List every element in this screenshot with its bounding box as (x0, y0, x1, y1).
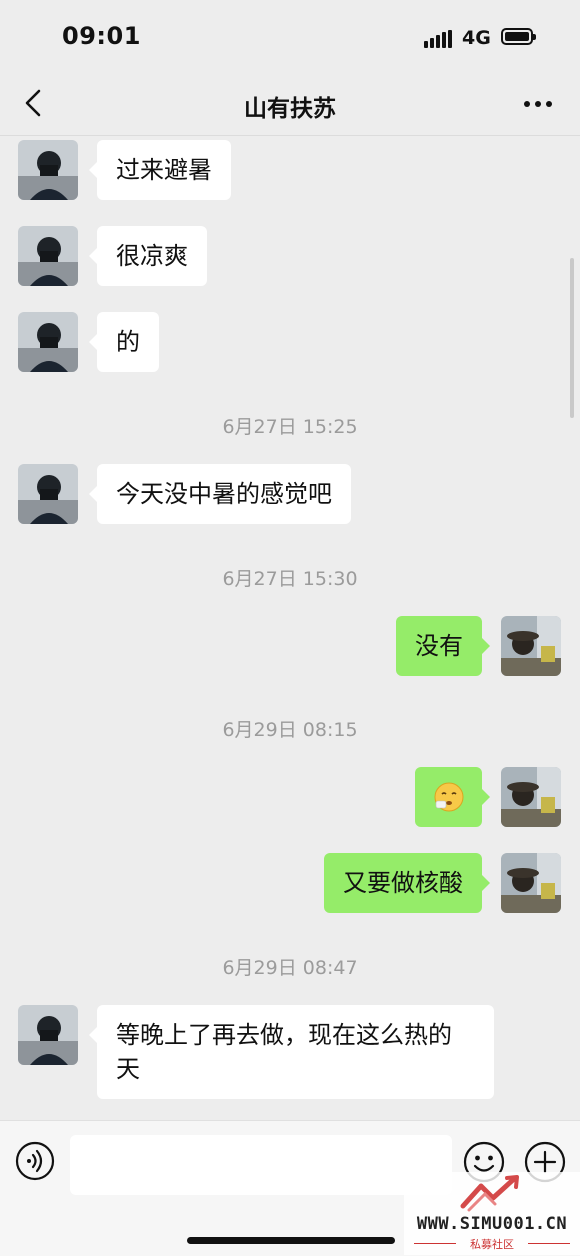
sticker-bubble-outgoing[interactable] (415, 767, 490, 827)
watermark-text: WWW.SIMU001.CN (416, 1214, 568, 1234)
user-avatar[interactable] (501, 616, 561, 676)
message-list[interactable]: 过来避暑 很凉爽 的 6月27日 15:25 今天没中暑的感觉吧 6月27日 1… (0, 136, 580, 1120)
contact-avatar[interactable] (18, 226, 78, 286)
message-bubble-outgoing[interactable]: 又要做核酸 (324, 853, 490, 913)
message-bubble-incoming[interactable]: 等晚上了再去做，现在这么热的天 (89, 1005, 494, 1099)
message-bubble-incoming[interactable]: 过来避暑 (89, 140, 231, 200)
more-button[interactable] (518, 89, 558, 119)
message-bubble-incoming[interactable]: 很凉爽 (89, 226, 207, 286)
message-timestamp: 6月29日 08:47 (222, 957, 358, 979)
message-bubble-outgoing[interactable]: 没有 (396, 616, 490, 676)
status-bar: 09:01 4G (0, 0, 580, 75)
voice-icon (15, 1141, 55, 1181)
network-type: 4G (462, 27, 491, 49)
lying-face-emoji-icon (434, 782, 463, 812)
chat-header: 山有扶苏 (0, 75, 580, 136)
chat-title: 山有扶苏 (244, 96, 336, 122)
message-timestamp: 6月29日 08:15 (222, 719, 358, 741)
user-avatar[interactable] (501, 853, 561, 913)
more-dots-icon (524, 101, 552, 107)
message-bubble-incoming[interactable]: 的 (89, 312, 159, 372)
user-avatar[interactable] (501, 767, 561, 827)
message-timestamp: 6月27日 15:30 (222, 568, 358, 590)
signal-icon (424, 30, 454, 48)
watermark: WWW.SIMU001.CN 私募社区 (404, 1172, 580, 1255)
voice-button[interactable] (15, 1141, 55, 1181)
contact-avatar[interactable] (18, 464, 78, 524)
watermark-logo-icon (460, 1175, 519, 1212)
contact-avatar[interactable] (18, 312, 78, 372)
contact-avatar[interactable] (18, 140, 78, 200)
status-time: 09:01 (62, 22, 141, 50)
home-indicator[interactable] (187, 1237, 395, 1244)
message-bubble-incoming[interactable]: 今天没中暑的感觉吧 (89, 464, 351, 524)
contact-avatar[interactable] (18, 1005, 78, 1065)
scrollbar[interactable] (570, 258, 574, 418)
watermark-subtext: 私募社区 (470, 1238, 514, 1251)
battery-icon (501, 28, 536, 45)
message-input[interactable] (70, 1135, 452, 1195)
message-timestamp: 6月27日 15:25 (222, 416, 358, 438)
